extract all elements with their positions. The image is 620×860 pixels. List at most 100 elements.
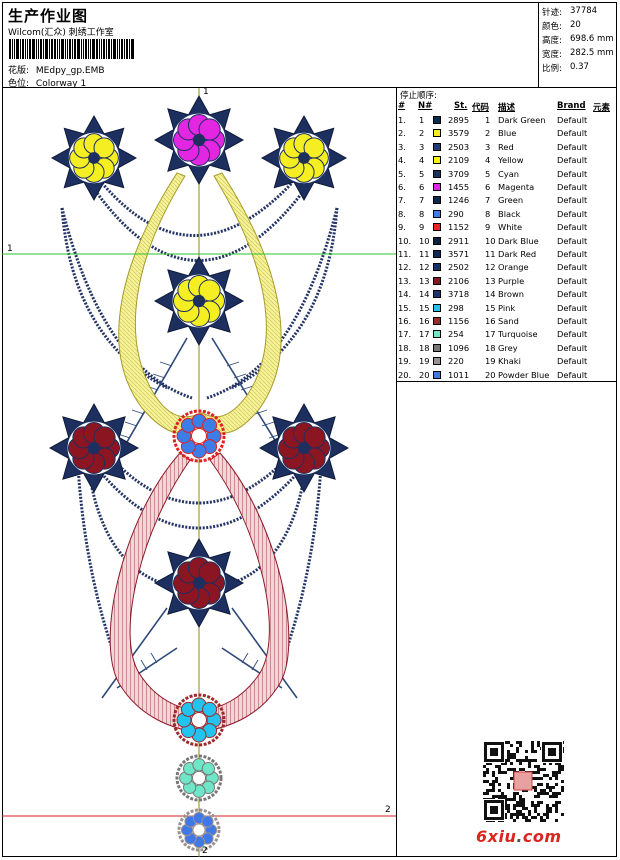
cell-code: 16 — [485, 316, 496, 326]
color-swatch — [433, 290, 441, 299]
cell-st: 290 — [448, 208, 464, 219]
color-swatch — [433, 116, 441, 124]
cell-n: 3 — [419, 141, 425, 152]
color-swatch — [433, 223, 441, 232]
stat-scale: 比例: 0.37 — [542, 62, 589, 74]
color-swatch — [433, 357, 441, 366]
color-swatch — [433, 196, 441, 205]
cell-st: 1246 — [448, 195, 470, 206]
cell-desc: Green — [498, 195, 524, 206]
guide-label-bottom: 2 — [202, 846, 208, 856]
stat-label: 高度: — [542, 36, 562, 46]
flower-yellow-left — [50, 114, 138, 202]
design-value: MEdpy_gp.EMB — [35, 66, 105, 76]
cell-desc: Brown — [498, 289, 525, 300]
cell-brand: Default — [557, 195, 588, 206]
embroidery-artwork — [2, 88, 396, 857]
barcode — [9, 39, 159, 59]
cell-n: 19 — [419, 356, 430, 367]
col-header-st: St. — [454, 101, 468, 111]
cell-num: 13. — [398, 275, 412, 286]
cell-st: 2502 — [448, 262, 470, 273]
cell-desc: Dark Red — [498, 249, 537, 259]
cell-desc: Orange — [498, 262, 529, 273]
stat-label: 颜色: — [542, 22, 562, 32]
color-swatch — [433, 343, 441, 352]
cell-brand: Default — [557, 356, 588, 367]
cell-num: 15. — [398, 302, 412, 313]
cell-code: 6 — [485, 182, 491, 192]
cell-n: 13 — [419, 275, 430, 286]
table-row: 4. 4 2109 4 Yellow Default — [397, 154, 617, 167]
stat-height: 高度: 698.6 mm — [542, 34, 614, 46]
cell-desc: Dark Blue — [498, 235, 539, 246]
logo-dot: . — [516, 827, 523, 846]
cell-num: 17. — [398, 329, 412, 340]
cell-st: 2895 — [448, 115, 470, 125]
table-row: 7. 7 1246 7 Green Default — [397, 194, 617, 207]
flower-turquoise — [175, 754, 223, 802]
cell-code: 2 — [485, 128, 491, 139]
cell-num: 19. — [398, 356, 412, 367]
table-row: 11. 11 3571 11 Dark Red Default — [397, 248, 617, 261]
stat-value: 20 — [570, 20, 581, 30]
cell-code: 9 — [485, 222, 491, 233]
cell-code: 20 — [485, 369, 496, 380]
cell-st: 3579 — [448, 128, 470, 139]
table-row: 14. 14 3718 14 Brown Default — [397, 288, 617, 301]
cell-desc: Powder Blue — [498, 369, 550, 380]
cell-st: 3571 — [448, 249, 470, 259]
cell-n: 7 — [419, 195, 425, 206]
cell-code: 11 — [485, 249, 496, 259]
cell-desc: Blue — [498, 128, 517, 139]
stat-value: 282.5 mm — [570, 48, 614, 58]
cell-code: 18 — [485, 342, 496, 353]
color-swatch — [433, 370, 441, 379]
cell-code: 1 — [485, 115, 491, 125]
table-row: 17. 17 254 17 Turquoise Default — [397, 328, 617, 341]
flower-yellow-center — [153, 255, 245, 347]
col-header-elem: 元素 — [593, 103, 611, 113]
cell-n: 5 — [419, 168, 425, 179]
table-row: 20. 20 1011 20 Powder Blue Default — [397, 369, 617, 382]
stat-value: 0.37 — [570, 62, 589, 72]
embroidery-preview: 1 1 2 2 — [2, 88, 397, 857]
cell-st: 3718 — [448, 289, 470, 300]
stop-sequence-table: 停止顺序: # N# St. 代码 描述 Brand 元素 1. 1 2895 1 Da… — [397, 88, 617, 382]
cell-num: 18. — [398, 342, 412, 353]
cell-brand: Default — [557, 235, 588, 246]
cell-code: 14 — [485, 289, 496, 300]
cell-brand: Default — [557, 369, 588, 380]
table-row: 6. 6 1455 6 Magenta Default — [397, 181, 617, 194]
color-swatch — [433, 276, 441, 285]
cell-desc: Sand — [498, 316, 519, 326]
cell-desc: Khaki — [498, 356, 521, 367]
color-swatch — [433, 156, 441, 165]
cell-brand: Default — [557, 155, 588, 166]
color-swatch — [433, 129, 441, 138]
cell-n: 8 — [419, 208, 425, 219]
cell-code: 15 — [485, 302, 496, 313]
cell-num: 10. — [398, 235, 412, 246]
guide-label-red: 2 — [385, 805, 391, 815]
col-header-desc: 描述 — [498, 103, 516, 113]
cell-st: 1011 — [448, 369, 470, 380]
cell-n: 20 — [419, 369, 430, 380]
cell-st: 298 — [448, 302, 464, 313]
cell-desc: Red — [498, 141, 514, 152]
cell-n: 4 — [419, 155, 425, 166]
sheet-title: 生产作业图 — [8, 7, 89, 25]
cell-num: 12. — [398, 262, 412, 273]
cell-st: 1156 — [448, 316, 470, 326]
color-swatch — [433, 169, 441, 178]
cell-brand: Default — [557, 262, 588, 273]
cell-code: 7 — [485, 195, 491, 206]
cell-desc: Magenta — [498, 182, 535, 192]
stat-label: 宽度: — [542, 50, 562, 60]
color-swatch — [433, 303, 441, 312]
col-header-num: # — [398, 101, 406, 111]
stat-label: 针迹: — [542, 8, 562, 18]
logo-tld: com — [522, 827, 562, 846]
color-swatch — [433, 330, 441, 339]
cell-brand: Default — [557, 168, 588, 179]
